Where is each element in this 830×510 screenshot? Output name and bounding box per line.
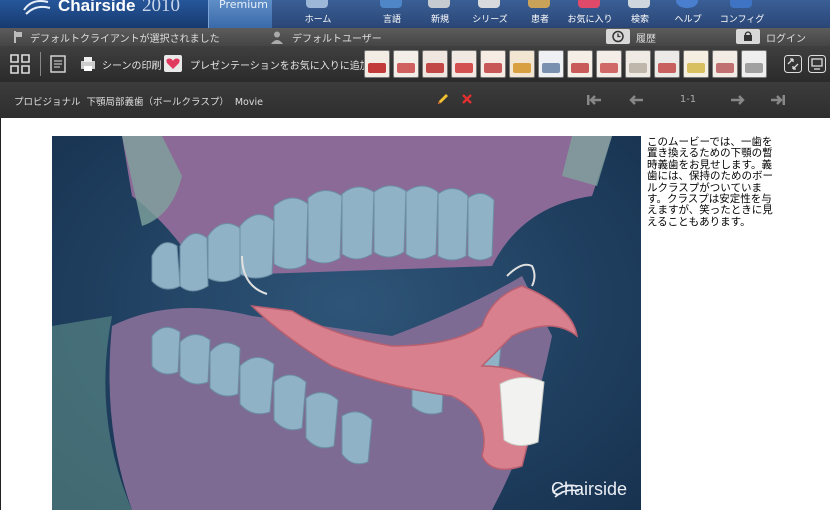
breadcrumb: プロビジョナル 下顎局部義歯（ボールクラスプ） Movie <box>14 94 263 108</box>
delete-icon[interactable] <box>460 92 474 106</box>
scene-thumbnail[interactable] <box>567 50 593 78</box>
content-border <box>0 118 1 510</box>
denture-illustration <box>52 136 612 510</box>
brand-name: Chairside <box>58 0 136 15</box>
notes-icon[interactable] <box>50 55 66 73</box>
user-icon <box>271 31 283 44</box>
nav-help[interactable]: ヘルプ <box>658 0 718 28</box>
scene-thumbnail[interactable] <box>480 50 506 78</box>
lock-icon <box>744 31 752 41</box>
nav-home-label: ホーム <box>304 15 332 25</box>
heart-icon[interactable] <box>164 55 182 72</box>
presentation-description: このムービーでは、一歯を置き換えるための下顎の暫時義歯をお見せします。義歯には、… <box>647 136 773 228</box>
search-icon <box>628 0 650 8</box>
pencil-icon[interactable] <box>436 92 450 106</box>
previous-page-icon[interactable] <box>626 92 646 108</box>
presentation-title: 下顎局部義歯（ボールクラスプ） <box>86 97 229 108</box>
login-button[interactable] <box>736 29 760 44</box>
new-icon <box>428 0 450 8</box>
brand-logo: Chairside 2010 <box>0 0 208 28</box>
nav-config[interactable]: コンフィグ <box>712 0 772 28</box>
brand-year: 2010 <box>142 0 180 16</box>
edition-badge: Premium <box>208 0 272 28</box>
client-status[interactable]: デフォルトクライアントが選択されました <box>30 30 220 45</box>
print-scene-button[interactable]: シーンの印刷 <box>102 57 162 72</box>
scene-thumbnail[interactable] <box>364 50 390 78</box>
scene-thumbnail[interactable] <box>741 50 767 78</box>
presentation-category: プロビジョナル <box>14 97 81 108</box>
first-page-icon[interactable] <box>584 92 604 108</box>
scene-thumbnail[interactable] <box>712 50 738 78</box>
favorites-icon <box>578 0 600 8</box>
chairside-watermark: Chairside <box>551 479 627 500</box>
chairside-logo-icon <box>23 0 51 15</box>
scene-thumbnail[interactable] <box>596 50 622 78</box>
add-to-favorites-button[interactable]: プレゼンテーションをお気に入りに追加 <box>190 57 370 72</box>
fit-screen-icon[interactable] <box>10 54 30 74</box>
user-status[interactable]: デフォルトユーザー <box>292 30 382 45</box>
nav-config-label: コンフィグ <box>719 15 765 25</box>
scene-toolbar: シーンの印刷 プレゼンテーションをお気に入りに追加 <box>0 46 830 82</box>
last-page-icon[interactable] <box>768 92 788 108</box>
nav-help-label: ヘルプ <box>674 15 702 25</box>
scene-thumbnail[interactable] <box>654 50 680 78</box>
toolbar-divider <box>40 52 41 76</box>
language-icon <box>380 0 402 8</box>
scene-thumbnail[interactable] <box>538 50 564 78</box>
presentation-type: Movie <box>234 97 263 108</box>
exit-icon[interactable] <box>808 55 826 73</box>
config-icon <box>730 0 752 8</box>
status-bar: デフォルトクライアントが選択されました デフォルトユーザー 履歴 ログイン <box>0 28 830 46</box>
scene-thumbnail[interactable] <box>422 50 448 78</box>
scene-thumbnail[interactable] <box>509 50 535 78</box>
page-indicator: 1-1 <box>679 94 697 105</box>
series-icon <box>478 0 500 8</box>
scene-thumbnail[interactable] <box>451 50 477 78</box>
print-icon[interactable] <box>80 56 96 72</box>
next-page-icon[interactable] <box>728 92 748 108</box>
presentation-title-bar: プロビジョナル 下顎局部義歯（ボールクラスプ） Movie 1-1 <box>0 82 830 118</box>
patient-icon <box>528 0 550 8</box>
history-label[interactable]: 履歴 <box>636 30 656 45</box>
movie-player[interactable]: Chairside <box>52 136 641 510</box>
scene-thumbnail[interactable] <box>683 50 709 78</box>
clock-icon <box>612 30 624 43</box>
login-label[interactable]: ログイン <box>766 30 806 45</box>
chairside-logo-icon <box>552 484 580 498</box>
edition-label: Premium <box>219 0 268 11</box>
help-icon <box>676 0 698 8</box>
home-icon <box>306 0 328 8</box>
client-flag-icon <box>14 31 22 43</box>
history-button[interactable] <box>606 29 630 44</box>
expand-icon[interactable] <box>784 55 802 73</box>
scene-thumbnail[interactable] <box>625 50 651 78</box>
scene-thumbnail[interactable] <box>393 50 419 78</box>
nav-home[interactable]: ホーム <box>288 0 348 28</box>
app-header: Chairside 2010 Premium ホーム 言語 新規 シリーズ 患者… <box>0 0 830 28</box>
